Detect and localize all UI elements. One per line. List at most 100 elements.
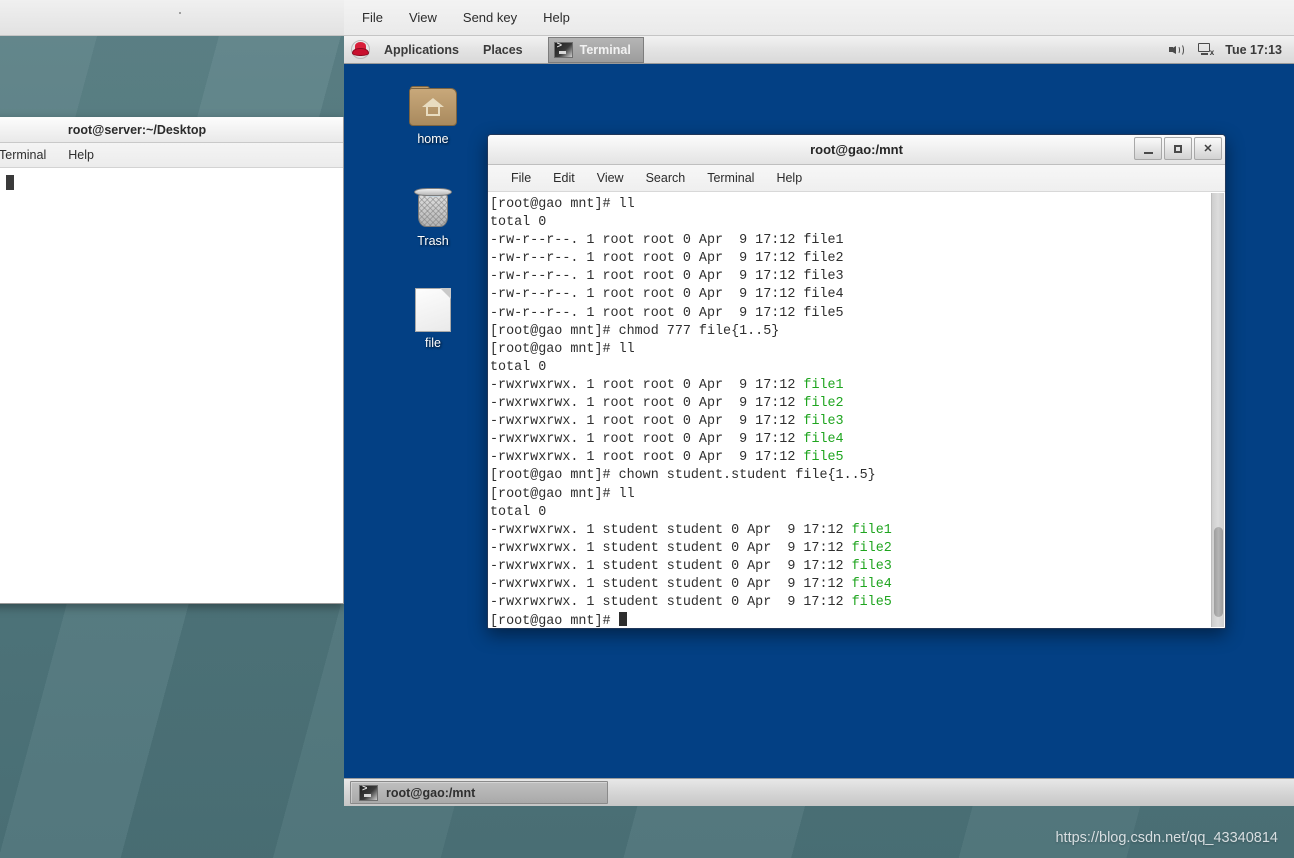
terminal-line-text: -rwxrwxrwx. 1 root root 0 Apr 9 17:12	[490, 432, 803, 447]
vm-menu-view[interactable]: View	[409, 10, 437, 25]
menu-applications[interactable]: Applications	[375, 36, 468, 64]
terminal-icon	[554, 42, 573, 58]
terminal-line: [root@gao mnt]# ll	[490, 486, 1225, 504]
terminal-line: -rw-r--r--. 1 root root 0 Apr 9 17:12 fi…	[490, 286, 1225, 304]
trash-icon	[413, 186, 453, 230]
network-disconnected-icon[interactable]: x	[1197, 43, 1214, 57]
vm-menu-help[interactable]: Help	[543, 10, 570, 25]
terminal-filename: file5	[852, 595, 892, 610]
terminal-line-text: [root@gao mnt]# ll	[490, 197, 635, 212]
terminal-line-text: -rwxrwxrwx. 1 student student 0 Apr 9 17…	[490, 577, 852, 592]
terminal-scrollbar[interactable]	[1211, 193, 1224, 627]
terminal-line: -rw-r--r--. 1 root root 0 Apr 9 17:12 fi…	[490, 232, 1225, 250]
redhat-icon	[352, 41, 369, 58]
terminal-filename: file3	[803, 414, 843, 429]
desktop-icon-file[interactable]: file	[390, 288, 476, 350]
background-terminal-title: root@server:~/Desktop	[0, 123, 206, 137]
terminal-line: -rwxrwxrwx. 1 student student 0 Apr 9 17…	[490, 576, 1225, 594]
bg-menu-help[interactable]: Help	[68, 148, 94, 162]
vm-menubar-left-pad	[0, 0, 344, 35]
terminal-window[interactable]: root@gao:/mnt ✕ File Edit View Search Te…	[487, 134, 1226, 629]
terminal-line-text: -rwxrwxrwx. 1 student student 0 Apr 9 17…	[490, 541, 852, 556]
background-terminal-titlebar[interactable]: root@server:~/Desktop	[0, 117, 343, 143]
terminal-filename: file2	[852, 541, 892, 556]
desktop-icon-home-label: home	[390, 132, 476, 146]
terminal-title: root@gao:/mnt	[810, 142, 903, 157]
taskbar-button-terminal[interactable]: root@gao:/mnt	[350, 781, 608, 804]
terminal-line: -rw-r--r--. 1 root root 0 Apr 9 17:12 fi…	[490, 305, 1225, 323]
terminal-line: -rwxrwxrwx. 1 student student 0 Apr 9 17…	[490, 522, 1225, 540]
terminal-menu-edit[interactable]: Edit	[542, 168, 586, 188]
terminal-menubar[interactable]: File Edit View Search Terminal Help	[488, 165, 1225, 192]
terminal-line-text: -rwxrwxrwx. 1 root root 0 Apr 9 17:12	[490, 396, 803, 411]
gnome-panel-status-area[interactable]: x Tue 17:13	[1169, 43, 1294, 57]
terminal-line-text: [root@gao mnt]# chmod 777 file{1..5}	[490, 324, 779, 339]
desktop-icon-home[interactable]: home	[390, 86, 476, 146]
background-terminal-body[interactable]	[0, 169, 343, 603]
terminal-line: -rwxrwxrwx. 1 root root 0 Apr 9 17:12 fi…	[490, 377, 1225, 395]
gnome-panel-menus[interactable]: Applications Places	[344, 36, 540, 63]
minimize-button[interactable]	[1134, 137, 1162, 160]
terminal-line-text: -rwxrwxrwx. 1 student student 0 Apr 9 17…	[490, 559, 852, 574]
panel-clock[interactable]: Tue 17:13	[1225, 43, 1282, 57]
background-terminal-window[interactable]: root@server:~/Desktop Terminal Help	[0, 117, 344, 604]
terminal-line: -rwxrwxrwx. 1 root root 0 Apr 9 17:12 fi…	[490, 449, 1225, 467]
terminal-line: -rwxrwxrwx. 1 root root 0 Apr 9 17:12 fi…	[490, 413, 1225, 431]
watermark-url: https://blog.csdn.net/qq_43340814	[1055, 830, 1278, 846]
panel-window-button-label: Terminal	[580, 43, 631, 57]
vm-menu-file[interactable]: File	[362, 10, 383, 25]
terminal-line-text: [root@gao mnt]# chown student.student fi…	[490, 468, 876, 483]
terminal-line-text: -rw-r--r--. 1 root root 0 Apr 9 17:12 fi…	[490, 251, 844, 266]
terminal-menu-view[interactable]: View	[586, 168, 635, 188]
terminal-line-text: -rw-r--r--. 1 root root 0 Apr 9 17:12 fi…	[490, 233, 844, 248]
vm-menubar-items[interactable]: File View Send key Help	[344, 10, 570, 25]
home-folder-icon	[409, 86, 457, 128]
terminal-line-text: -rwxrwxrwx. 1 root root 0 Apr 9 17:12	[490, 378, 803, 393]
panel-window-button-terminal[interactable]: Terminal	[548, 37, 644, 63]
background-terminal-cursor	[6, 175, 14, 190]
gnome-bottom-taskbar[interactable]: root@gao:/mnt	[344, 778, 1294, 806]
terminal-line-text: -rwxrwxrwx. 1 root root 0 Apr 9 17:12	[490, 414, 803, 429]
desktop-icon-trash-label: Trash	[390, 234, 476, 248]
maximize-button[interactable]	[1164, 137, 1192, 160]
terminal-line-text: total 0	[490, 505, 546, 520]
terminal-filename: file3	[852, 559, 892, 574]
terminal-scrollbar-thumb[interactable]	[1214, 527, 1223, 617]
bg-menu-terminal[interactable]: Terminal	[0, 148, 46, 162]
terminal-menu-search[interactable]: Search	[635, 168, 697, 188]
background-terminal-menubar[interactable]: Terminal Help	[0, 143, 343, 168]
terminal-menu-file[interactable]: File	[500, 168, 542, 188]
desktop-icon-trash[interactable]: Trash	[390, 186, 476, 248]
terminal-output[interactable]: [root@gao mnt]# lltotal 0-rw-r--r--. 1 r…	[488, 193, 1225, 628]
terminal-line-text: [root@gao mnt]# ll	[490, 487, 635, 502]
terminal-line-text: -rwxrwxrwx. 1 root root 0 Apr 9 17:12	[490, 450, 803, 465]
close-button[interactable]: ✕	[1194, 137, 1222, 160]
terminal-window-controls[interactable]: ✕	[1134, 137, 1222, 160]
vm-window-menubar[interactable]: File View Send key Help	[0, 0, 1294, 36]
terminal-line-text: -rw-r--r--. 1 root root 0 Apr 9 17:12 fi…	[490, 287, 844, 302]
terminal-line-text: [root@gao mnt]#	[490, 614, 619, 628]
terminal-menu-terminal[interactable]: Terminal	[696, 168, 765, 188]
speaker-icon[interactable]	[1169, 43, 1186, 57]
vm-menubar-dot	[179, 12, 181, 14]
terminal-line: -rwxrwxrwx. 1 student student 0 Apr 9 17…	[490, 594, 1225, 612]
terminal-line: -rw-r--r--. 1 root root 0 Apr 9 17:12 fi…	[490, 250, 1225, 268]
terminal-line: total 0	[490, 214, 1225, 232]
vm-menu-send-key[interactable]: Send key	[463, 10, 517, 25]
terminal-line-text: -rw-r--r--. 1 root root 0 Apr 9 17:12 fi…	[490, 306, 844, 321]
terminal-line: total 0	[490, 504, 1225, 522]
terminal-line: total 0	[490, 359, 1225, 377]
terminal-line-text: -rwxrwxrwx. 1 student student 0 Apr 9 17…	[490, 523, 852, 538]
gnome-top-panel[interactable]: Applications Places Terminal x Tue 17:13	[344, 36, 1294, 64]
terminal-line: -rwxrwxrwx. 1 student student 0 Apr 9 17…	[490, 540, 1225, 558]
terminal-line-text: total 0	[490, 215, 546, 230]
terminal-line: [root@gao mnt]# ll	[490, 341, 1225, 359]
terminal-titlebar[interactable]: root@gao:/mnt ✕	[488, 135, 1225, 165]
terminal-filename: file1	[852, 523, 892, 538]
taskbar-button-label: root@gao:/mnt	[386, 786, 475, 800]
terminal-line: -rwxrwxrwx. 1 student student 0 Apr 9 17…	[490, 558, 1225, 576]
terminal-filename: file5	[803, 450, 843, 465]
terminal-menu-help[interactable]: Help	[765, 168, 813, 188]
terminal-line: -rwxrwxrwx. 1 root root 0 Apr 9 17:12 fi…	[490, 431, 1225, 449]
menu-places[interactable]: Places	[474, 36, 532, 64]
